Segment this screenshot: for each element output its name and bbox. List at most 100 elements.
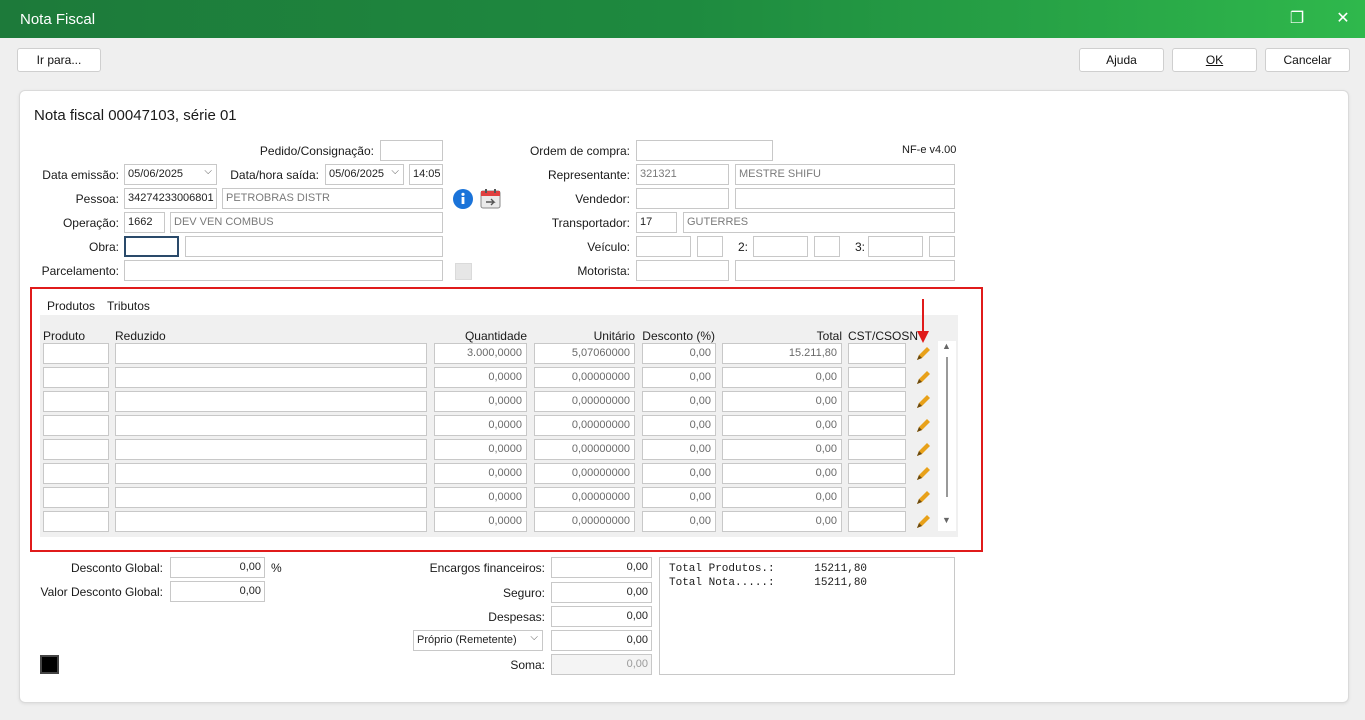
close-icon[interactable]: ✕ <box>1331 8 1355 30</box>
cell-desconto[interactable]: 0,00 <box>642 439 716 460</box>
ordem-compra-field[interactable] <box>636 140 773 161</box>
cell-total[interactable]: 0,00 <box>722 487 842 508</box>
cell-quantidade[interactable]: 0,0000 <box>434 487 527 508</box>
cell-total[interactable]: 0,00 <box>722 511 842 532</box>
cell-unitario[interactable]: 0,00000000 <box>534 391 635 412</box>
edit-pencil-icon[interactable] <box>914 465 932 483</box>
cell-unitario[interactable]: 0,00000000 <box>534 487 635 508</box>
cell-reduzido[interactable] <box>115 343 427 364</box>
veiculo2-uf-field[interactable] <box>814 236 840 257</box>
obra-code-field[interactable] <box>124 236 179 257</box>
cell-produto[interactable] <box>43 439 109 460</box>
cell-total[interactable]: 0,00 <box>722 415 842 436</box>
cell-quantidade[interactable]: 3.000,0000 <box>434 343 527 364</box>
data-emissao-field[interactable]: 05/06/2025 ⌵ <box>124 164 217 185</box>
desconto-global-field[interactable]: 0,00 <box>170 557 265 578</box>
motorista-name-field[interactable] <box>735 260 955 281</box>
cell-cst[interactable] <box>848 487 906 508</box>
help-button[interactable]: Ajuda <box>1079 48 1164 72</box>
veiculo-uf-field[interactable] <box>697 236 723 257</box>
cell-reduzido[interactable] <box>115 463 427 484</box>
despesas-field[interactable]: 0,00 <box>551 606 652 627</box>
cell-desconto[interactable]: 0,00 <box>642 487 716 508</box>
cell-cst[interactable] <box>848 511 906 532</box>
parcelamento-button[interactable] <box>455 263 472 280</box>
cell-desconto[interactable]: 0,00 <box>642 343 716 364</box>
grid-scrollbar[interactable]: ▲ ▼ <box>938 341 956 531</box>
edit-pencil-icon[interactable] <box>914 441 932 459</box>
cell-reduzido[interactable] <box>115 487 427 508</box>
cell-cst[interactable] <box>848 343 906 364</box>
cell-quantidade[interactable]: 0,0000 <box>434 415 527 436</box>
veiculo3-field[interactable] <box>868 236 923 257</box>
cell-produto[interactable] <box>43 511 109 532</box>
cell-desconto[interactable]: 0,00 <box>642 511 716 532</box>
veiculo2-field[interactable] <box>753 236 808 257</box>
goto-button[interactable]: Ir para... <box>17 48 101 72</box>
color-picker-button[interactable] <box>40 655 59 674</box>
edit-pencil-icon[interactable] <box>914 417 932 435</box>
tab-tributos[interactable]: Tributos <box>107 299 150 313</box>
cell-total[interactable]: 0,00 <box>722 367 842 388</box>
cell-cst[interactable] <box>848 463 906 484</box>
cell-unitario[interactable]: 5,07060000 <box>534 343 635 364</box>
cell-quantidade[interactable]: 0,0000 <box>434 511 527 532</box>
data-saida-field[interactable]: 05/06/2025 ⌵ <box>325 164 404 185</box>
veiculo3-uf-field[interactable] <box>929 236 955 257</box>
pessoa-code-field[interactable]: 34274233006801 <box>124 188 217 209</box>
scroll-thumb[interactable] <box>946 357 948 497</box>
edit-pencil-icon[interactable] <box>914 393 932 411</box>
scroll-up-icon[interactable]: ▲ <box>942 341 951 351</box>
pedido-field[interactable] <box>380 140 443 161</box>
cell-produto[interactable] <box>43 343 109 364</box>
info-icon[interactable] <box>453 189 473 209</box>
cell-produto[interactable] <box>43 367 109 388</box>
cell-cst[interactable] <box>848 415 906 436</box>
cell-produto[interactable] <box>43 391 109 412</box>
veiculo-field[interactable] <box>636 236 691 257</box>
parcelamento-field[interactable] <box>124 260 443 281</box>
cell-unitario[interactable]: 0,00000000 <box>534 439 635 460</box>
hora-saida-field[interactable]: 14:05 <box>409 164 443 185</box>
seguro-field[interactable]: 0,00 <box>551 582 652 603</box>
ok-button[interactable]: OK <box>1172 48 1257 72</box>
cell-produto[interactable] <box>43 487 109 508</box>
cell-quantidade[interactable]: 0,0000 <box>434 367 527 388</box>
vendedor-code-field[interactable] <box>636 188 729 209</box>
frete-field[interactable]: 0,00 <box>551 630 652 651</box>
valor-desconto-field[interactable]: 0,00 <box>170 581 265 602</box>
cell-unitario[interactable]: 0,00000000 <box>534 511 635 532</box>
transportador-code-field[interactable]: 17 <box>636 212 677 233</box>
cell-quantidade[interactable]: 0,0000 <box>434 463 527 484</box>
cell-desconto[interactable]: 0,00 <box>642 367 716 388</box>
cell-produto[interactable] <box>43 415 109 436</box>
scroll-down-icon[interactable]: ▼ <box>942 515 951 525</box>
cell-reduzido[interactable] <box>115 415 427 436</box>
cell-total[interactable]: 0,00 <box>722 391 842 412</box>
motorista-code-field[interactable] <box>636 260 729 281</box>
cell-cst[interactable] <box>848 439 906 460</box>
cell-produto[interactable] <box>43 463 109 484</box>
cancel-button[interactable]: Cancelar <box>1265 48 1350 72</box>
cell-cst[interactable] <box>848 367 906 388</box>
calendar-icon[interactable] <box>480 188 502 210</box>
cell-unitario[interactable]: 0,00000000 <box>534 415 635 436</box>
cell-total[interactable]: 0,00 <box>722 463 842 484</box>
edit-pencil-icon[interactable] <box>914 369 932 387</box>
cell-reduzido[interactable] <box>115 439 427 460</box>
cell-total[interactable]: 15.211,80 <box>722 343 842 364</box>
cell-unitario[interactable]: 0,00000000 <box>534 367 635 388</box>
cell-reduzido[interactable] <box>115 367 427 388</box>
encargos-field[interactable]: 0,00 <box>551 557 652 578</box>
cell-quantidade[interactable]: 0,0000 <box>434 391 527 412</box>
edit-pencil-icon[interactable] <box>914 513 932 531</box>
frete-select[interactable]: Próprio (Remetente) ⌵ <box>413 630 543 651</box>
operacao-code-field[interactable]: 1662 <box>124 212 165 233</box>
cell-desconto[interactable]: 0,00 <box>642 391 716 412</box>
cell-desconto[interactable]: 0,00 <box>642 463 716 484</box>
obra-name-field[interactable] <box>185 236 443 257</box>
restore-icon[interactable]: ❐ <box>1285 8 1309 30</box>
cell-cst[interactable] <box>848 391 906 412</box>
cell-reduzido[interactable] <box>115 511 427 532</box>
cell-total[interactable]: 0,00 <box>722 439 842 460</box>
